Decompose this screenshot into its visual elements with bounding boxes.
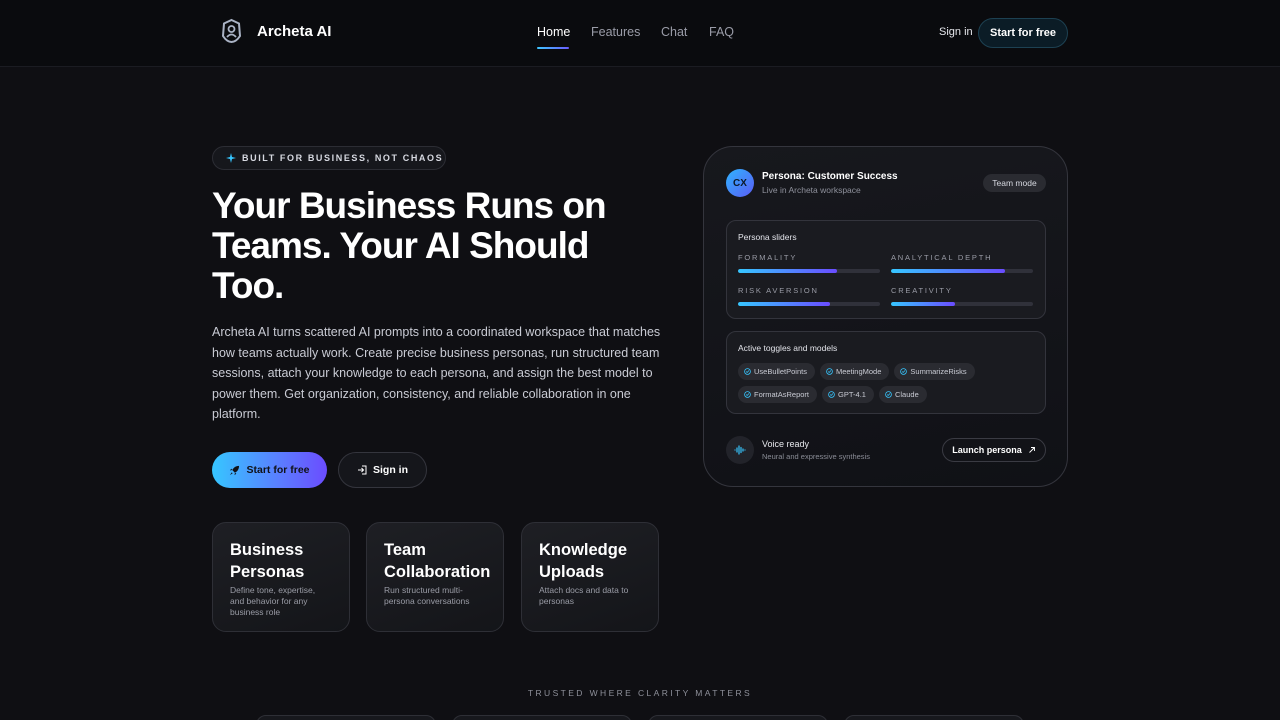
slider-label-formality: FORMALITY bbox=[738, 253, 798, 262]
top-navbar: Archeta AI Home Features Chat FAQ Sign i… bbox=[0, 0, 1280, 67]
voice-subtitle: Neural and expressive synthesis bbox=[762, 452, 870, 461]
voice-wave-icon bbox=[726, 436, 754, 464]
secondary-button-label: Sign in bbox=[373, 464, 408, 476]
feature-card-desc: Run structured multi-persona conversatio… bbox=[384, 585, 470, 606]
feature-card-business-personas[interactable]: Business Personas Define tone, expertise… bbox=[212, 522, 350, 632]
persona-preview-panel: CX Persona: Customer Success Live in Arc… bbox=[703, 146, 1068, 487]
feature-card-team-collaboration[interactable]: Team Collaboration Run structured multi-… bbox=[366, 522, 504, 632]
slider-fill bbox=[891, 269, 1005, 273]
persona-status: Live in Archeta workspace bbox=[762, 185, 861, 195]
launch-button-label: Launch persona bbox=[952, 445, 1022, 455]
trusted-heading: TRUSTED WHERE CLARITY MATTERS bbox=[527, 688, 753, 698]
slider-risk-aversion[interactable] bbox=[738, 302, 880, 306]
team-mode-badge[interactable]: Team mode bbox=[983, 174, 1046, 192]
trusted-logo-card bbox=[256, 715, 436, 720]
check-icon bbox=[900, 368, 908, 375]
feature-card-title: Business Personas bbox=[230, 541, 305, 581]
slider-fill bbox=[738, 302, 831, 306]
toggles-box: Active toggles and models UseBulletPoint… bbox=[726, 331, 1046, 414]
nav-link-home[interactable]: Home bbox=[537, 25, 570, 39]
logo-icon[interactable] bbox=[219, 18, 244, 44]
feature-card-desc: Attach docs and data to personas bbox=[539, 585, 629, 606]
check-icon bbox=[744, 391, 751, 398]
hero-eyebrow-badge: BUILT FOR BUSINESS, NOT CHAOS bbox=[212, 146, 446, 170]
primary-button-label: Start for free bbox=[246, 464, 310, 476]
persona-avatar: CX bbox=[726, 169, 754, 197]
model-chip-claude[interactable]: Claude bbox=[878, 386, 927, 403]
chip-label: MeetingMode bbox=[835, 367, 882, 376]
nav-start-free-button[interactable]: Start for free bbox=[978, 18, 1068, 48]
persona-sliders-box: Persona sliders FORMALITY ANALYTICAL DEP… bbox=[726, 220, 1046, 319]
feature-card-desc: Define tone, expertise, and behavior for… bbox=[230, 585, 316, 617]
persona-name: Persona: Customer Success bbox=[762, 171, 898, 182]
chip-label: FormatAsReport bbox=[754, 390, 810, 399]
chip-label: Claude bbox=[894, 390, 919, 399]
slider-fill bbox=[891, 302, 955, 306]
toggle-chip-usebulletpoints[interactable]: UseBulletPoints bbox=[738, 363, 815, 380]
toggle-chip-summarizerisks[interactable]: SummarizeRisks bbox=[894, 363, 975, 380]
active-nav-indicator bbox=[537, 47, 569, 49]
slider-fill bbox=[738, 269, 838, 273]
hero-start-free-button[interactable]: Start for free bbox=[212, 452, 327, 488]
slider-label-creativity: CREATIVITY bbox=[891, 286, 953, 295]
trusted-logo-card bbox=[452, 715, 632, 720]
check-icon bbox=[885, 391, 892, 398]
feature-card-title: Knowledge Uploads bbox=[539, 541, 628, 581]
nav-link-features[interactable]: Features bbox=[591, 25, 640, 39]
slider-analytical-depth[interactable] bbox=[891, 269, 1033, 273]
brand-name[interactable]: Archeta AI bbox=[257, 23, 331, 40]
toggle-chip-list: UseBulletPoints MeetingMode SummarizeRis… bbox=[738, 363, 1038, 403]
voice-title: Voice ready bbox=[762, 439, 810, 449]
nav-signin-link[interactable]: Sign in bbox=[939, 26, 973, 38]
hero-title: Your Business Runs on Teams. Your AI Sho… bbox=[212, 185, 607, 306]
slider-formality[interactable] bbox=[738, 269, 880, 273]
eyebrow-text: BUILT FOR BUSINESS, NOT CHAOS bbox=[242, 153, 444, 163]
nav-link-faq[interactable]: FAQ bbox=[709, 25, 734, 39]
sliders-title: Persona sliders bbox=[738, 232, 797, 242]
chip-label: UseBulletPoints bbox=[754, 367, 807, 376]
trusted-logo-card bbox=[648, 715, 828, 720]
arrow-up-right-icon bbox=[1028, 447, 1035, 453]
model-chip-gpt-4-1[interactable]: GPT-4.1 bbox=[822, 386, 874, 403]
slider-label-risk-aversion: RISK AVERSION bbox=[738, 286, 819, 295]
check-icon bbox=[828, 391, 835, 398]
toggles-title: Active toggles and models bbox=[738, 343, 838, 353]
feature-card-title: Team Collaboration bbox=[384, 541, 491, 581]
login-icon bbox=[358, 465, 367, 475]
rocket-icon bbox=[230, 465, 240, 475]
hero-signin-button[interactable]: Sign in bbox=[338, 452, 427, 488]
slider-creativity[interactable] bbox=[891, 302, 1033, 306]
chip-label: GPT-4.1 bbox=[838, 390, 866, 399]
check-icon bbox=[744, 368, 751, 375]
toggle-chip-formatasreport[interactable]: FormatAsReport bbox=[738, 386, 818, 403]
slider-label-analytical-depth: ANALYTICAL DEPTH bbox=[891, 253, 993, 262]
chip-label: SummarizeRisks bbox=[910, 367, 967, 376]
launch-persona-button[interactable]: Launch persona bbox=[942, 438, 1046, 462]
feature-card-knowledge-uploads[interactable]: Knowledge Uploads Attach docs and data t… bbox=[521, 522, 659, 632]
sparkle-icon bbox=[226, 153, 236, 163]
trusted-logo-card bbox=[844, 715, 1024, 720]
nav-link-chat[interactable]: Chat bbox=[661, 25, 687, 39]
hero-description: Archeta AI turns scattered AI prompts in… bbox=[212, 325, 661, 422]
toggle-chip-meetingmode[interactable]: MeetingMode bbox=[819, 363, 890, 380]
check-icon bbox=[826, 368, 833, 375]
